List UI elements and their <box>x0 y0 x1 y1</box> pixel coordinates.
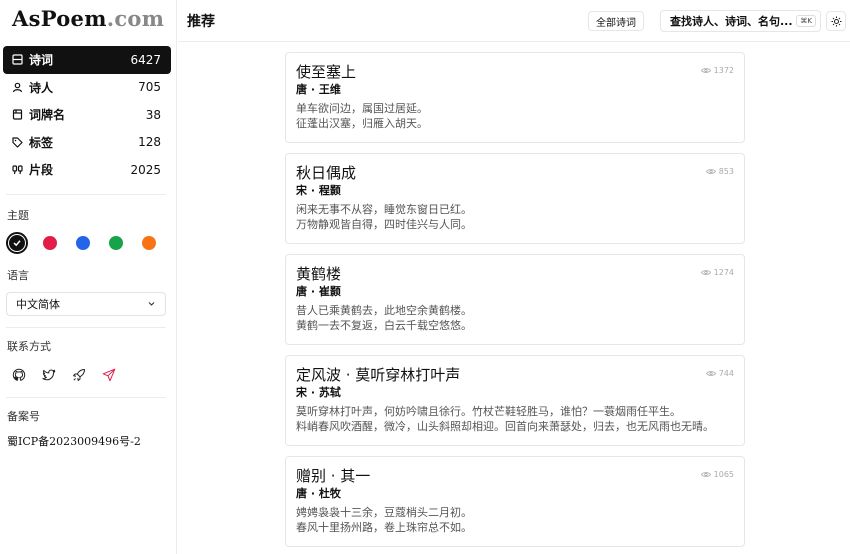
language-section-title: 语言 <box>7 269 29 282</box>
logo-main: AsPoem <box>12 6 107 31</box>
view-count: 853 <box>705 167 734 176</box>
sidebar: AsPoem.com 诗词 6427 诗人 705 词牌名 38 标签 128 … <box>0 0 177 554</box>
chevron-down-icon <box>147 298 156 311</box>
top-header: 推荐 全部诗词 查找诗人、诗词、名句... ⌘K <box>178 0 850 42</box>
poem-line: 征蓬出汉塞，归雁入胡天。 <box>296 117 428 130</box>
theme-swatch-blue[interactable] <box>76 236 90 250</box>
poem-line: 料峭春风吹酒醒，微冷，山头斜照却相迎。回首向来萧瑟处，归去，也无风雨也无晴。 <box>296 420 714 433</box>
view-count: 1372 <box>700 66 734 75</box>
theme-swatch-green[interactable] <box>109 236 123 250</box>
poem-title[interactable]: 赠别 · 其一 <box>296 466 734 486</box>
eye-icon <box>705 169 716 174</box>
poem-author[interactable]: 唐 · 崔颢 <box>296 285 734 299</box>
sidebar-item-label: 词牌名 <box>29 108 66 123</box>
sidebar-item-poets[interactable]: 诗人 705 <box>3 74 171 102</box>
send-icon[interactable] <box>101 367 117 383</box>
poem-title[interactable]: 定风波 · 莫听穿林打叶声 <box>296 365 734 385</box>
sidebar-item-count: 705 <box>138 80 161 95</box>
theme-swatches <box>6 232 175 254</box>
sidebar-item-poems[interactable]: 诗词 6427 <box>3 46 171 74</box>
user-icon <box>11 81 23 93</box>
github-icon[interactable] <box>11 367 27 383</box>
poem-line: 黄鹤一去不复返，白云千载空悠悠。 <box>296 319 472 332</box>
sidebar-item-label: 诗词 <box>29 53 54 68</box>
poem-list-icon <box>11 54 23 66</box>
view-count: 744 <box>705 369 734 378</box>
poem-author[interactable]: 宋 · 程颢 <box>296 184 734 198</box>
view-count-value: 1065 <box>713 470 734 479</box>
view-count: 1065 <box>700 470 734 479</box>
poem-author[interactable]: 唐 · 杜牧 <box>296 487 734 501</box>
theme-toggle-button[interactable] <box>826 11 846 31</box>
view-count-value: 1372 <box>713 66 734 75</box>
view-count-value: 1274 <box>713 268 734 277</box>
poem-title[interactable]: 黄鹤楼 <box>296 264 734 284</box>
sidebar-item-label: 片段 <box>29 163 54 178</box>
search-shortcut: ⌘K <box>796 15 816 27</box>
all-poems-button[interactable]: 全部诗词 <box>588 11 644 31</box>
divider <box>6 194 166 195</box>
twitter-icon[interactable] <box>41 367 57 383</box>
divider <box>6 397 166 398</box>
sidebar-item-cipai[interactable]: 词牌名 38 <box>3 101 171 129</box>
eye-icon <box>705 371 716 376</box>
poem-card[interactable]: 黄鹤楼 唐 · 崔颢 昔人已乘黄鹤去，此地空余黄鹤楼。 黄鹤一去不复返，白云千载… <box>285 254 745 345</box>
sidebar-item-count: 128 <box>138 135 161 150</box>
sidebar-item-count: 6427 <box>130 52 161 67</box>
sidebar-item-label: 标签 <box>29 135 54 150</box>
poem-line: 娉娉袅袅十三余，豆蔻梢头二月初。 <box>296 506 472 519</box>
sidebar-item-count: 2025 <box>130 162 161 177</box>
search-placeholder: 查找诗人、诗词、名句... <box>670 15 793 28</box>
poem-author[interactable]: 宋 · 苏轼 <box>296 386 734 400</box>
poem-line: 莫听穿林打叶声，何妨吟啸且徐行。竹杖芒鞋轻胜马，谁怕？一蓑烟雨任平生。 <box>296 405 681 418</box>
eye-icon <box>700 270 711 275</box>
view-count: 1274 <box>700 268 734 277</box>
sun-icon <box>831 12 842 31</box>
check-icon <box>9 235 25 251</box>
sidebar-item-fragments[interactable]: 片段 2025 <box>3 156 171 184</box>
poem-line: 万物静观皆自得，四时佳兴与人同。 <box>296 218 472 231</box>
poem-list: 使至塞上 唐 · 王维 单车欲问边，属国过居延。 征蓬出汉塞，归雁入胡天。 13… <box>178 43 850 554</box>
icp-number[interactable]: 蜀ICP备2023009496号-2 <box>7 433 141 449</box>
poem-line: 单车欲问边，属国过居延。 <box>296 102 428 115</box>
theme-section-title: 主题 <box>7 209 29 222</box>
poem-line: 闲来无事不从容，睡觉东窗日已红。 <box>296 203 472 216</box>
poem-card[interactable]: 定风波 · 莫听穿林打叶声 宋 · 苏轼 莫听穿林打叶声，何妨吟啸且徐行。竹杖芒… <box>285 355 745 446</box>
poem-title[interactable]: 使至塞上 <box>296 62 734 82</box>
eye-icon <box>700 472 711 477</box>
poem-line: 昔人已乘黄鹤去，此地空余黄鹤楼。 <box>296 304 472 317</box>
theme-swatch-black[interactable] <box>6 232 28 254</box>
contact-section-title: 联系方式 <box>7 340 51 353</box>
theme-swatch-orange[interactable] <box>142 236 156 250</box>
view-count-value: 744 <box>718 369 734 378</box>
quote-icon <box>11 164 23 176</box>
theme-swatch-red[interactable] <box>43 236 57 250</box>
page-title: 推荐 <box>187 14 215 30</box>
logo-suffix: .com <box>106 6 165 31</box>
rocket-icon[interactable] <box>71 367 87 383</box>
tag-icon <box>11 136 23 148</box>
search-input[interactable]: 查找诗人、诗词、名句... ⌘K <box>660 10 821 32</box>
eye-icon <box>700 68 711 73</box>
icp-section-title: 备案号 <box>7 410 40 423</box>
poem-author[interactable]: 唐 · 王维 <box>296 83 734 97</box>
divider <box>6 327 166 328</box>
poem-title[interactable]: 秋日偶成 <box>296 163 734 183</box>
site-logo[interactable]: AsPoem.com <box>12 6 164 31</box>
view-count-value: 853 <box>718 167 734 176</box>
sidebar-item-tags[interactable]: 标签 128 <box>3 129 171 157</box>
poem-line: 春风十里扬州路，卷上珠帘总不如。 <box>296 521 472 534</box>
poem-card[interactable]: 秋日偶成 宋 · 程颢 闲来无事不从容，睡觉东窗日已红。 万物静观皆自得，四时佳… <box>285 153 745 244</box>
sidebar-nav: 诗词 6427 诗人 705 词牌名 38 标签 128 片段 2025 <box>3 46 171 184</box>
contact-links <box>11 367 131 383</box>
language-value: 中文简体 <box>16 298 60 311</box>
book-icon <box>11 109 23 121</box>
poem-card[interactable]: 使至塞上 唐 · 王维 单车欲问边，属国过居延。 征蓬出汉塞，归雁入胡天。 13… <box>285 52 745 143</box>
sidebar-item-count: 38 <box>145 107 161 122</box>
poem-card[interactable]: 赠别 · 其一 唐 · 杜牧 娉娉袅袅十三余，豆蔻梢头二月初。 春风十里扬州路，… <box>285 456 745 547</box>
sidebar-item-label: 诗人 <box>29 80 54 95</box>
language-select[interactable]: 中文简体 <box>6 292 166 316</box>
